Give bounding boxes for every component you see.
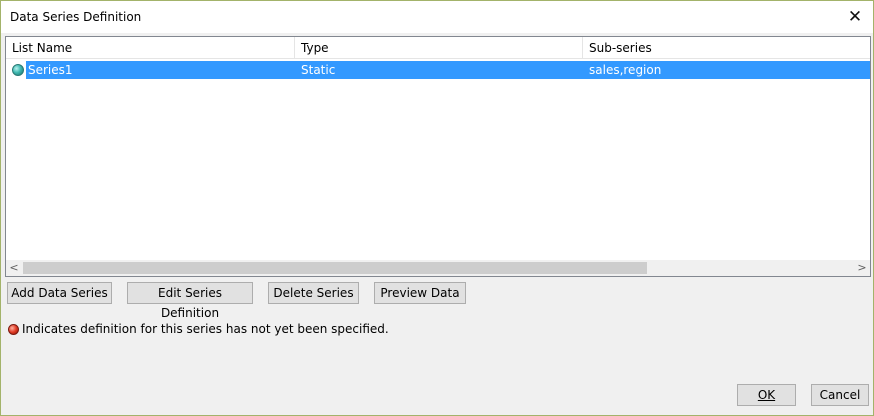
- teal-status-icon: [12, 64, 24, 76]
- close-button[interactable]: ✕: [837, 1, 873, 33]
- column-header-sub-series[interactable]: Sub-series: [583, 37, 870, 59]
- dialog-title: Data Series Definition: [10, 10, 142, 24]
- table-header: List Name Type Sub-series: [6, 37, 870, 59]
- column-header-type[interactable]: Type: [295, 37, 583, 59]
- legend: Indicates definition for this series has…: [8, 321, 389, 337]
- red-status-icon: [8, 323, 19, 335]
- cancel-button[interactable]: Cancel: [811, 384, 869, 406]
- cell-type: Static: [301, 63, 336, 77]
- ok-button[interactable]: OK: [737, 384, 796, 406]
- edit-series-definition-button[interactable]: Edit Series Definition: [127, 282, 253, 320]
- horizontal-scrollbar[interactable]: < >: [6, 260, 870, 276]
- preview-data-button[interactable]: Preview Data: [374, 282, 466, 304]
- scroll-right-icon[interactable]: >: [854, 260, 870, 276]
- data-series-dialog: Data Series Definition ✕ List Name Type …: [0, 0, 874, 416]
- scroll-thumb[interactable]: [23, 262, 647, 274]
- add-data-series-button[interactable]: Add Data Series: [7, 282, 112, 304]
- column-header-list-name[interactable]: List Name: [6, 37, 295, 59]
- delete-series-button[interactable]: Delete Series: [268, 282, 359, 304]
- cell-sub-series: sales,region: [589, 63, 662, 77]
- title-bar: Data Series Definition ✕: [1, 1, 873, 33]
- row-selection-highlight: [26, 61, 870, 79]
- close-icon: ✕: [847, 7, 863, 27]
- series-table: List Name Type Sub-series Series1 Static…: [5, 36, 871, 277]
- table-row[interactable]: Series1 Static sales,region: [6, 61, 870, 79]
- legend-text: Indicates definition for this series has…: [22, 322, 389, 336]
- scroll-left-icon[interactable]: <: [6, 260, 22, 276]
- cell-list-name: Series1: [28, 63, 73, 77]
